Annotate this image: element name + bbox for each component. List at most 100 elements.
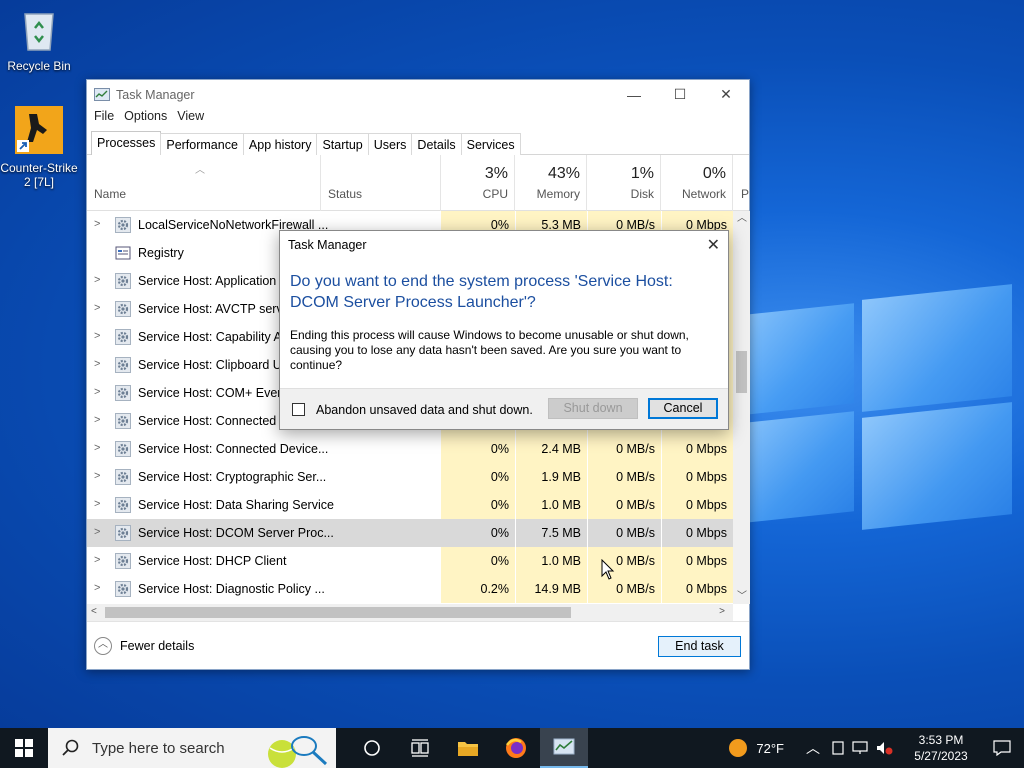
tab-startup[interactable]: Startup — [316, 133, 369, 155]
desktop-icon-counter-strike[interactable]: Counter-Strike 2 [7L] — [0, 106, 78, 189]
sort-ascending-icon: ︿ — [195, 165, 205, 176]
close-button[interactable]: ✕ — [703, 80, 749, 109]
chevron-right-icon[interactable]: > — [94, 218, 100, 230]
file-explorer-button[interactable] — [444, 728, 492, 768]
chevron-right-icon[interactable]: > — [94, 330, 100, 342]
column-network[interactable]: 0% Network — [661, 155, 733, 211]
chevron-right-icon[interactable]: > — [94, 302, 100, 314]
end-task-button[interactable]: End task — [658, 636, 741, 657]
gear-icon — [115, 357, 131, 373]
weather-temperature: 72°F — [756, 740, 784, 756]
horizontal-scroll-thumb[interactable] — [105, 607, 571, 618]
tab-services[interactable]: Services — [460, 133, 521, 155]
process-row[interactable]: > Service Host: DCOM Server Proc... 0% 7.5 … — [87, 519, 733, 547]
process-name: Registry — [138, 246, 184, 260]
tab-app-history[interactable]: App history — [242, 133, 318, 155]
column-memory[interactable]: 43% Memory — [515, 155, 587, 211]
chevron-right-icon[interactable]: > — [94, 386, 100, 398]
clock[interactable]: 3:53 PM 5/27/2023 — [902, 732, 980, 764]
desktop-icon-recycle-bin[interactable]: Recycle Bin — [0, 8, 78, 73]
show-hidden-icons-icon[interactable]: ︿ — [806, 738, 820, 758]
start-button[interactable] — [0, 728, 48, 768]
dialog-heading: Do you want to end the system process 'S… — [290, 273, 673, 311]
maximize-button[interactable]: ☐ — [657, 80, 703, 109]
process-row[interactable]: > Service Host: Connected Device... 0% 2.4 … — [87, 435, 733, 463]
scroll-right-icon[interactable]: > — [719, 606, 725, 617]
action-center-button[interactable] — [980, 740, 1024, 756]
chevron-right-icon[interactable]: > — [94, 414, 100, 426]
firefox-button[interactable] — [492, 728, 540, 768]
memory-value: 7.5 MB — [515, 519, 587, 547]
horizontal-scrollbar[interactable]: < > — [87, 604, 733, 621]
menu-file[interactable]: File — [94, 109, 114, 129]
memory-value: 14.9 MB — [515, 575, 587, 603]
gear-icon — [115, 273, 131, 289]
process-row[interactable]: > Service Host: Diagnostic Policy ... 0.2%… — [87, 575, 733, 603]
column-cpu[interactable]: 3% CPU — [441, 155, 515, 211]
task-view-cortana-button[interactable] — [348, 728, 396, 768]
process-row[interactable]: > Service Host: Data Sharing Service 0% 1.0… — [87, 491, 733, 519]
folder-icon — [458, 742, 478, 756]
task-manager-taskbar-button[interactable] — [540, 728, 588, 768]
cpu-value: 0% — [441, 435, 515, 463]
network-value: 0 Mbps — [661, 463, 733, 491]
weather-widget[interactable]: 72°F — [728, 738, 784, 758]
fewer-details-toggle[interactable]: ︿ Fewer details — [94, 637, 194, 655]
process-name: Service Host: Capability Ac — [138, 330, 289, 344]
chevron-right-icon[interactable]: > — [94, 470, 100, 482]
process-name: Service Host: Connected D — [138, 414, 289, 428]
process-row[interactable]: > Service Host: DHCP Client 0% 1.0 MB 0 MB/s… — [87, 547, 733, 575]
mouse-cursor-icon — [601, 559, 615, 580]
network-icon[interactable] — [852, 741, 868, 755]
memory-value: 1.9 MB — [515, 463, 587, 491]
tab-performance[interactable]: Performance — [160, 133, 244, 155]
dialog-close-icon[interactable]: ✕ — [707, 235, 720, 255]
chevron-right-icon[interactable]: > — [94, 582, 100, 594]
column-disk[interactable]: 1% Disk — [587, 155, 661, 211]
menu-view[interactable]: View — [177, 109, 204, 129]
volume-muted-icon[interactable] — [876, 741, 894, 755]
gear-icon — [115, 301, 131, 317]
chevron-right-icon[interactable]: > — [94, 442, 100, 454]
clock-time: 3:53 PM — [918, 733, 964, 747]
column-name[interactable]: ︿ Name — [87, 155, 321, 211]
chevron-up-icon: ︿ — [94, 637, 112, 655]
chevron-right-icon[interactable]: > — [94, 358, 100, 370]
scroll-down-icon[interactable]: ﹀ — [737, 587, 747, 602]
chevron-right-icon[interactable]: > — [94, 526, 100, 538]
cpu-value: 0% — [441, 491, 515, 519]
menu-options[interactable]: Options — [124, 109, 167, 129]
network-value: 0 Mbps — [661, 491, 733, 519]
tab-processes[interactable]: Processes — [91, 131, 162, 155]
scroll-up-icon[interactable]: ︿ — [737, 209, 747, 224]
tab-users[interactable]: Users — [367, 133, 413, 155]
chevron-right-icon[interactable]: > — [94, 498, 100, 510]
chevron-right-icon[interactable]: > — [94, 554, 100, 566]
abandon-data-checkbox[interactable] — [292, 403, 305, 416]
taskbar-search-box[interactable]: Type here to search — [48, 728, 336, 768]
chevron-right-icon[interactable]: > — [94, 274, 100, 286]
column-header: ︿ Name Status 3% CPU 43% Memory 1% Disk … — [87, 155, 749, 211]
column-power[interactable]: P — [733, 155, 749, 211]
column-status[interactable]: Status — [321, 155, 441, 211]
tab-details[interactable]: Details — [411, 133, 462, 155]
clock-date: 5/27/2023 — [914, 749, 968, 763]
end-process-dialog: Task Manager ✕ Do you want to end the sy… — [279, 230, 729, 430]
gear-icon — [115, 385, 131, 401]
disk-value: 0 MB/s — [587, 519, 661, 547]
menu-bar: File Options View — [87, 109, 749, 129]
task-view-button[interactable] — [396, 728, 444, 768]
process-row[interactable]: > Service Host: Cryptographic Ser... 0% 1.9… — [87, 463, 733, 491]
tablet-icon[interactable] — [832, 741, 844, 755]
sun-icon — [729, 739, 748, 757]
taskbar: Type here to search 72°F ︿ 3:53 PM 5/27/… — [0, 728, 1024, 768]
disk-value: 0 MB/s — [587, 491, 661, 519]
gear-icon — [115, 329, 131, 345]
process-name: Service Host: Connected Device... — [138, 442, 329, 456]
cancel-button[interactable]: Cancel — [648, 398, 718, 419]
scroll-left-icon[interactable]: < — [91, 606, 97, 617]
vertical-scroll-thumb[interactable] — [736, 351, 747, 393]
abandon-data-label[interactable]: Abandon unsaved data and shut down. — [316, 403, 533, 417]
minimize-button[interactable]: — — [611, 80, 657, 109]
vertical-scrollbar[interactable]: ︿ ﹀ — [733, 211, 750, 604]
